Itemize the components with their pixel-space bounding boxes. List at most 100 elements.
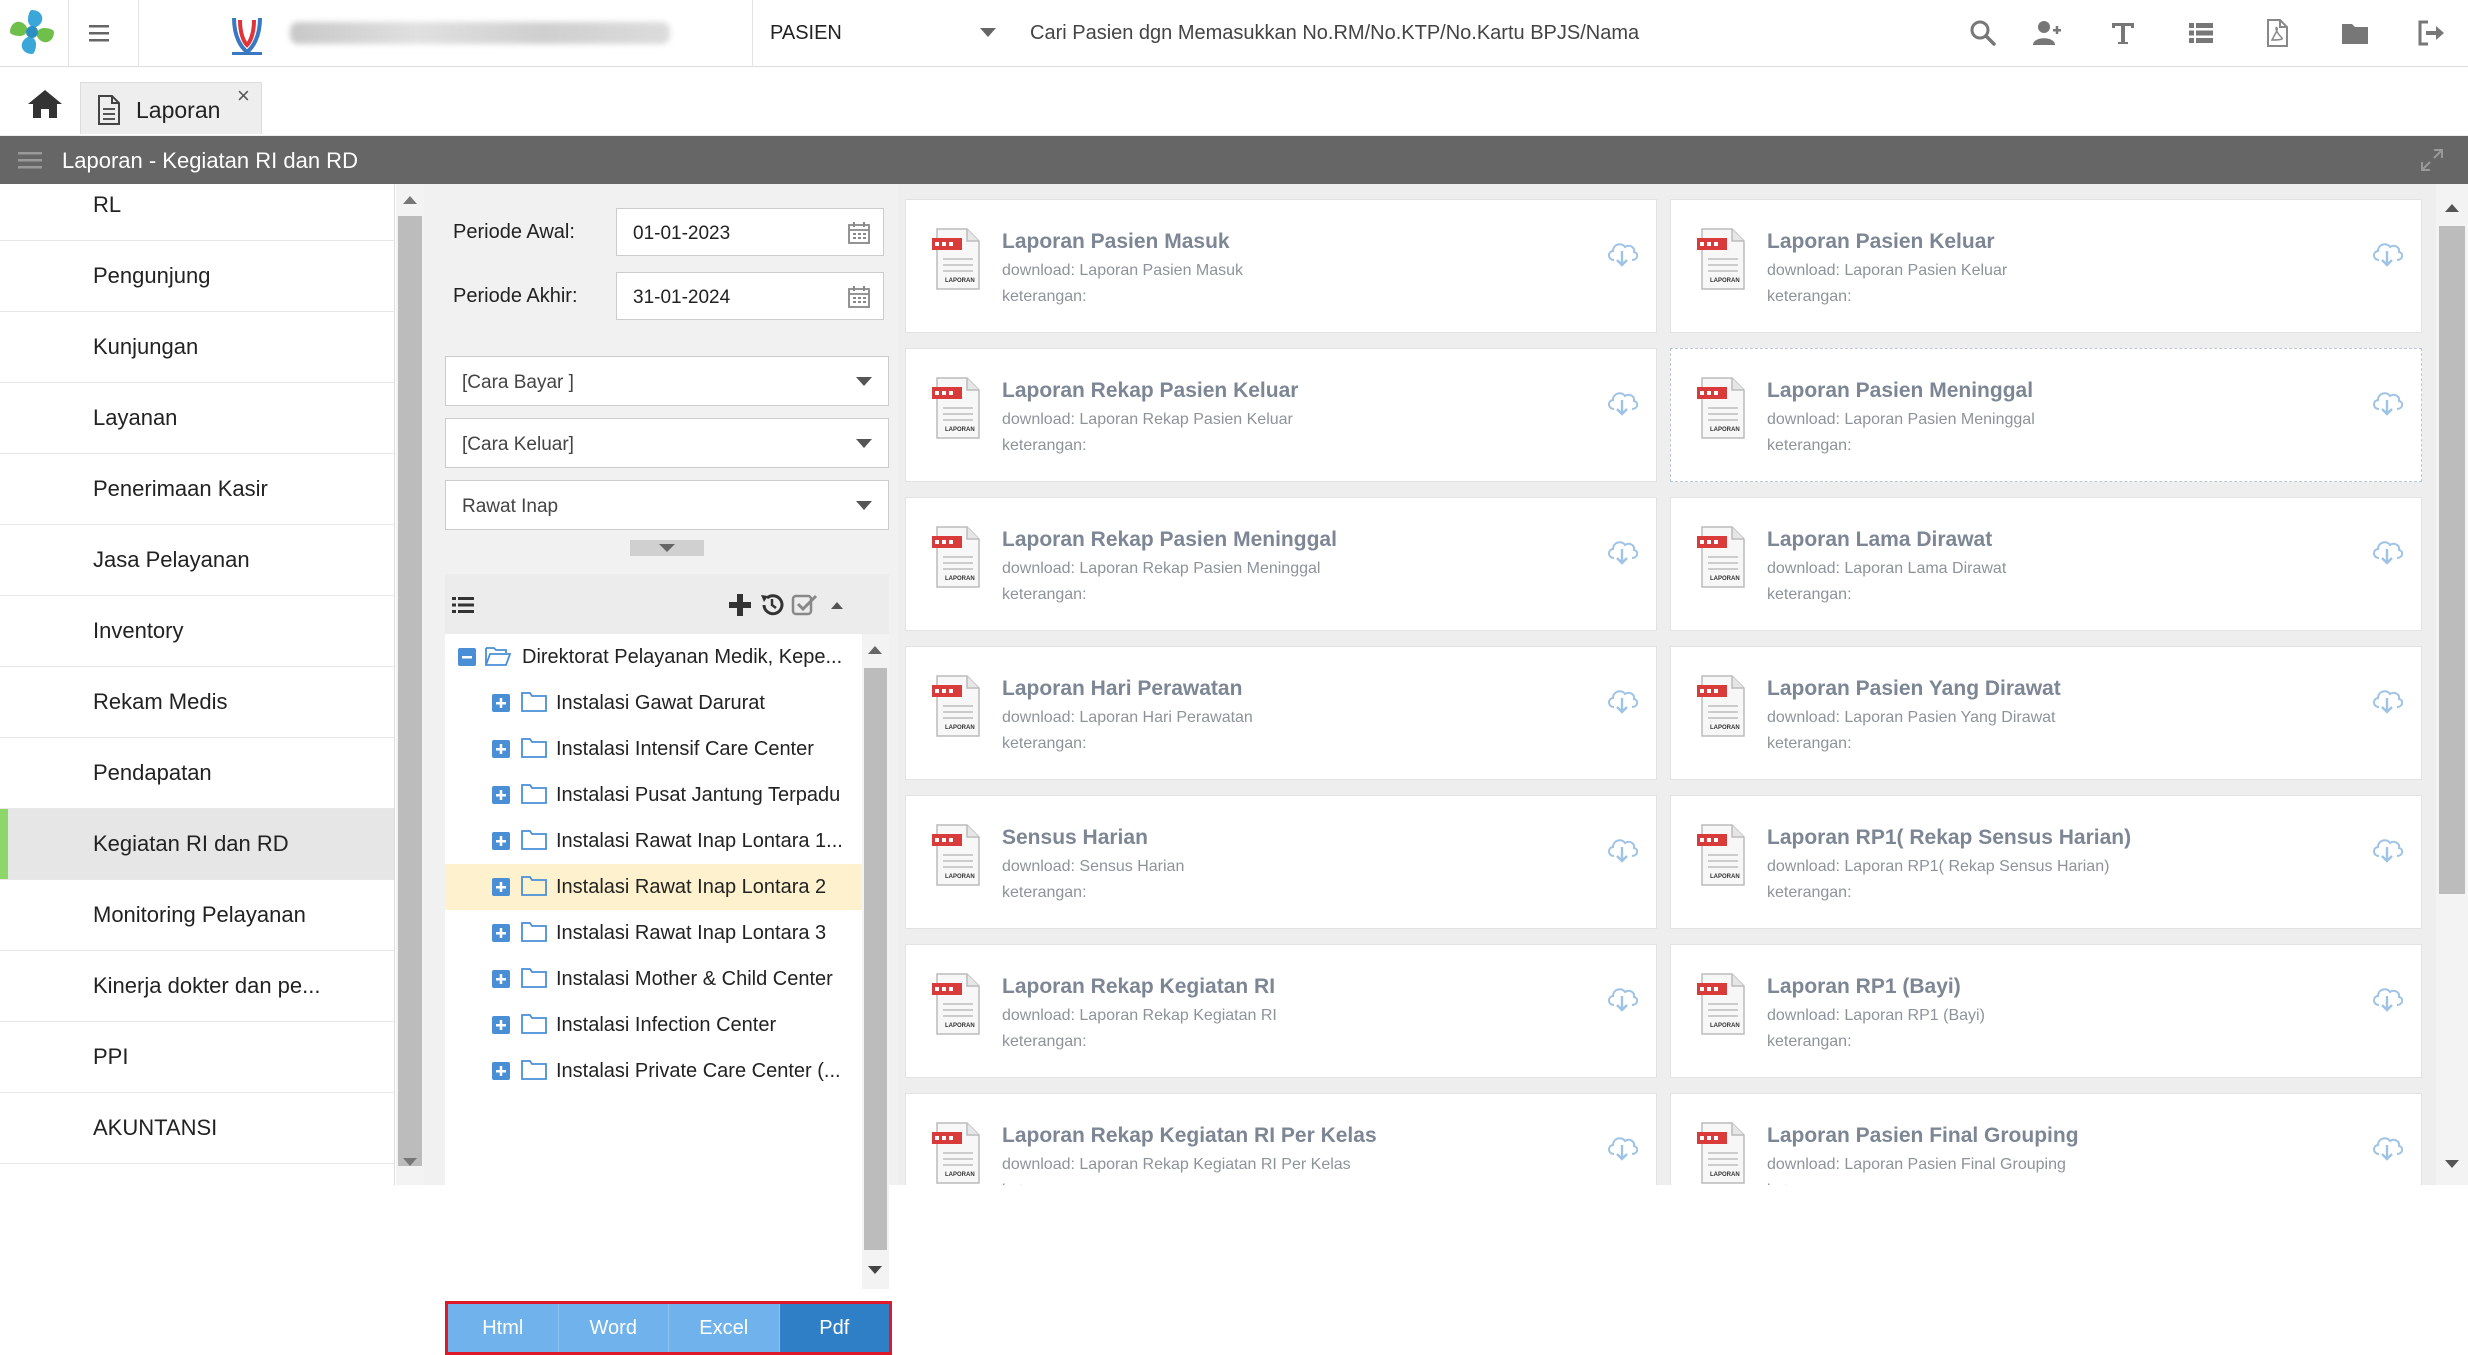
home-icon[interactable]	[26, 88, 64, 120]
expand-filters-toggle[interactable]	[630, 540, 704, 556]
expand-plus-icon[interactable]	[491, 969, 511, 989]
cara-keluar-select[interactable]: [Cara Keluar]	[445, 418, 889, 468]
sidebar-item-kinerja-dokter[interactable]: Kinerja dokter dan pe...	[0, 951, 394, 1022]
report-card[interactable]: LAPORAN Laporan RP1 (Bayi) download: Lapor…	[1670, 944, 2422, 1078]
cloud-download-icon[interactable]	[2371, 238, 2403, 268]
tree-item[interactable]: Instalasi Rawat Inap Lontara 3	[445, 910, 862, 956]
cloud-download-icon[interactable]	[2371, 685, 2403, 715]
sidebar-item-kunjungan[interactable]: Kunjungan	[0, 312, 394, 383]
sidebar-item-kegiatan-ri-rd[interactable]: Kegiatan RI dan RD	[0, 809, 394, 880]
report-card[interactable]: LAPORAN Sensus Harian download: Sensus Har…	[905, 795, 1657, 929]
folder-icon[interactable]	[2340, 18, 2370, 48]
expand-plus-icon[interactable]	[491, 1015, 511, 1035]
cloud-download-icon[interactable]	[2371, 387, 2403, 417]
chevron-down-icon[interactable]	[980, 28, 996, 37]
tree-item[interactable]: Instalasi Private Care Center (...	[445, 1048, 862, 1094]
format-excel-button[interactable]: Excel	[669, 1304, 780, 1352]
expand-plus-icon[interactable]	[491, 1061, 511, 1081]
logout-icon[interactable]	[2416, 18, 2446, 48]
scroll-up-icon[interactable]	[2445, 204, 2459, 212]
add-icon[interactable]	[726, 591, 754, 619]
expand-icon[interactable]	[2420, 148, 2444, 172]
cloud-download-icon[interactable]	[1606, 685, 1638, 715]
list-view-icon[interactable]	[449, 591, 477, 619]
tree-item-selected[interactable]: Instalasi Rawat Inap Lontara 2	[445, 864, 862, 910]
cloud-download-icon[interactable]	[1606, 387, 1638, 417]
scrollbar-thumb[interactable]	[2439, 226, 2465, 894]
panel-menu-icon[interactable]	[18, 150, 42, 170]
scroll-down-icon[interactable]	[2445, 1160, 2459, 1168]
cloud-download-icon[interactable]	[1606, 1132, 1638, 1162]
report-card[interactable]: LAPORAN Laporan Hari Perawatan download: L…	[905, 646, 1657, 780]
tree-scrollbar[interactable]	[862, 634, 889, 1289]
format-word-button[interactable]: Word	[558, 1304, 669, 1352]
report-card[interactable]: LAPORAN Laporan Rekap Kegiatan RI Per Kel…	[905, 1093, 1657, 1185]
scrollbar-thumb[interactable]	[864, 668, 887, 1250]
collapse-minus-icon[interactable]	[457, 647, 477, 667]
jenis-rawat-select[interactable]: Rawat Inap	[445, 480, 889, 530]
app-logo-icon[interactable]	[6, 6, 58, 58]
menu-toggle-icon[interactable]	[84, 18, 114, 48]
report-card[interactable]: LAPORAN Laporan Rekap Pasien Keluar downlo…	[905, 348, 1657, 482]
pdf-file-icon[interactable]	[2262, 18, 2292, 48]
periode-akhir-input[interactable]: 31-01-2024	[616, 272, 884, 320]
list-icon[interactable]	[2186, 18, 2216, 48]
tree-item[interactable]: Instalasi Pusat Jantung Terpadu	[445, 772, 862, 818]
cloud-download-icon[interactable]	[1606, 238, 1638, 268]
expand-plus-icon[interactable]	[491, 693, 511, 713]
calendar-icon[interactable]	[847, 221, 871, 245]
scroll-up-icon[interactable]	[403, 196, 417, 204]
sidebar-item-inventory[interactable]: Inventory	[0, 596, 394, 667]
sidebar-item-layanan[interactable]: Layanan	[0, 383, 394, 454]
search-icon[interactable]	[1968, 18, 1998, 48]
report-card[interactable]: LAPORAN Laporan Rekap Kegiatan RI download…	[905, 944, 1657, 1078]
expand-plus-icon[interactable]	[491, 923, 511, 943]
history-icon[interactable]	[758, 591, 786, 619]
report-card[interactable]: LAPORAN Laporan Pasien Masuk download: Lap…	[905, 199, 1657, 333]
report-card[interactable]: LAPORAN Laporan RP1( Rekap Sensus Harian)…	[1670, 795, 2422, 929]
scroll-down-icon[interactable]	[403, 1158, 417, 1166]
sidebar-item-pendapatan[interactable]: Pendapatan	[0, 738, 394, 809]
cloud-download-icon[interactable]	[1606, 834, 1638, 864]
scroll-down-icon[interactable]	[868, 1266, 882, 1274]
report-card[interactable]: LAPORAN Laporan Rekap Pasien Meninggal dow…	[905, 497, 1657, 631]
scroll-up-icon[interactable]	[868, 646, 882, 654]
tree-item[interactable]: Instalasi Intensif Care Center	[445, 726, 862, 772]
sidebar-item-rl[interactable]: RL	[0, 184, 394, 241]
format-pdf-button[interactable]: Pdf	[779, 1304, 889, 1352]
sidebar-item-monitoring-pelayanan[interactable]: Monitoring Pelayanan	[0, 880, 394, 951]
report-card[interactable]: LAPORAN Laporan Pasien Yang Dirawat downlo…	[1670, 646, 2422, 780]
cloud-download-icon[interactable]	[2371, 983, 2403, 1013]
calendar-icon[interactable]	[847, 285, 871, 309]
close-tab-icon[interactable]: ×	[237, 83, 250, 109]
cloud-download-icon[interactable]	[2371, 536, 2403, 566]
cloud-download-icon[interactable]	[1606, 536, 1638, 566]
sidebar-scrollbar[interactable]	[396, 184, 424, 1185]
sidebar-item-ppi[interactable]: PPI	[0, 1022, 394, 1093]
report-card[interactable]: LAPORAN Laporan Pasien Final Grouping down…	[1670, 1093, 2422, 1185]
patient-search-input[interactable]: Cari Pasien dgn Memasukkan No.RM/No.KTP/…	[1030, 22, 1639, 45]
check-square-icon[interactable]	[790, 591, 818, 619]
text-icon[interactable]	[2108, 18, 2138, 48]
tree-item[interactable]: Instalasi Infection Center	[445, 1002, 862, 1048]
add-user-icon[interactable]	[2032, 18, 2062, 48]
sidebar-item-jasa-pelayanan[interactable]: Jasa Pelayanan	[0, 525, 394, 596]
tree-item[interactable]: Instalasi Rawat Inap Lontara 1...	[445, 818, 862, 864]
tree-item[interactable]: Instalasi Gawat Darurat	[445, 680, 862, 726]
tab-laporan[interactable]: Laporan ×	[80, 82, 262, 134]
expand-plus-icon[interactable]	[491, 739, 511, 759]
tree-root[interactable]: Direktorat Pelayanan Medik, Kepe...	[445, 634, 862, 680]
expand-plus-icon[interactable]	[491, 877, 511, 897]
scrollbar-thumb[interactable]	[398, 216, 422, 1166]
sidebar-item-akuntansi[interactable]: AKUNTANSI	[0, 1093, 394, 1164]
expand-plus-icon[interactable]	[491, 785, 511, 805]
report-card[interactable]: LAPORAN Laporan Pasien Keluar download: La…	[1670, 199, 2422, 333]
report-card[interactable]: LAPORAN Laporan Pasien Meninggal download:…	[1670, 348, 2422, 482]
cloud-download-icon[interactable]	[2371, 1132, 2403, 1162]
cloud-download-icon[interactable]	[2371, 834, 2403, 864]
cara-bayar-select[interactable]: [Cara Bayar ]	[445, 356, 889, 406]
cloud-download-icon[interactable]	[1606, 983, 1638, 1013]
sidebar-item-pengunjung[interactable]: Pengunjung	[0, 241, 394, 312]
sidebar-item-penerimaan-kasir[interactable]: Penerimaan Kasir	[0, 454, 394, 525]
report-list-scrollbar[interactable]	[2436, 184, 2468, 1185]
